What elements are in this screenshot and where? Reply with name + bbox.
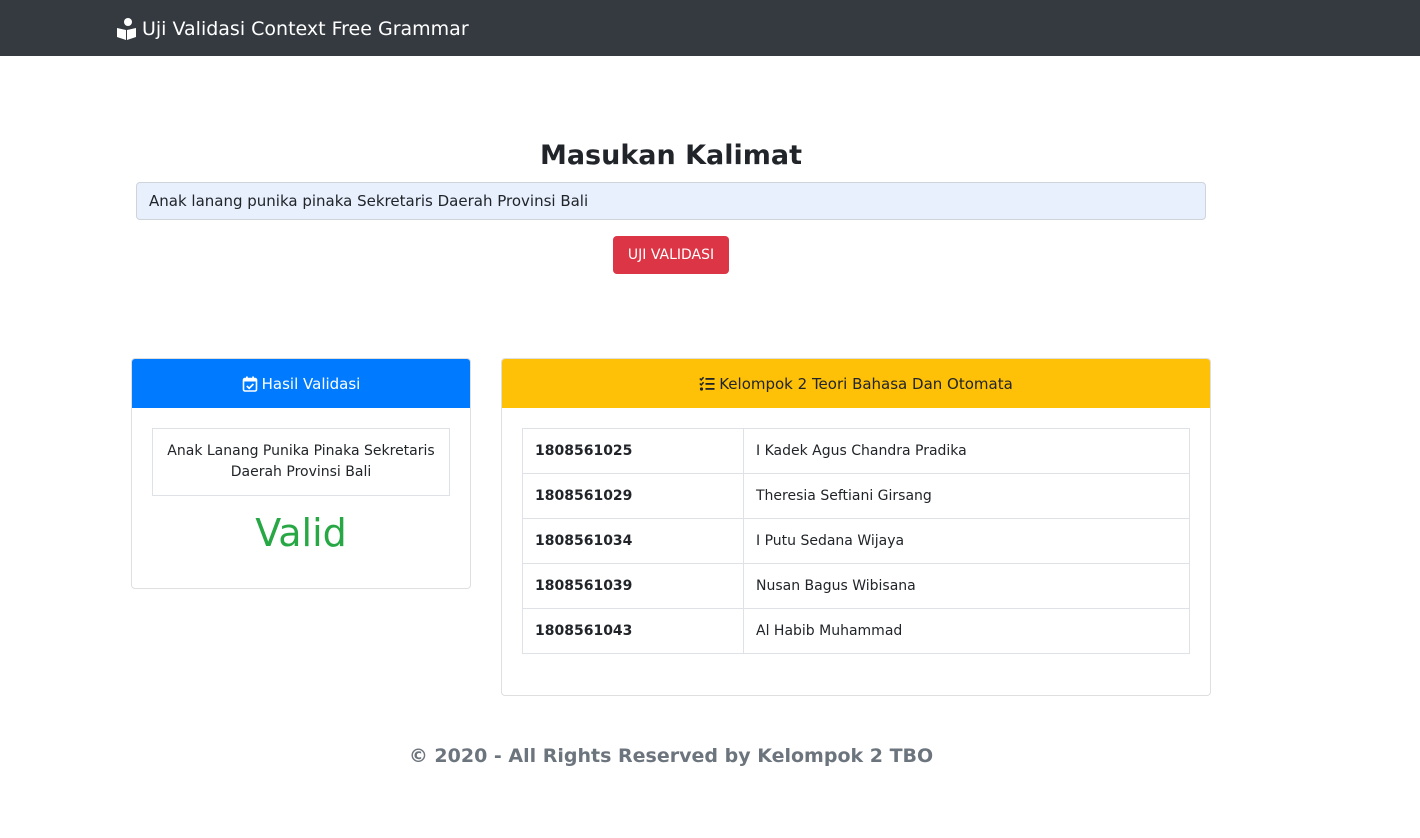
result-card-title: Hasil Validasi [261, 374, 361, 393]
member-nim: 1808561039 [522, 563, 744, 609]
brand-title: Uji Validasi Context Free Grammar [142, 18, 469, 40]
navbar: Uji Validasi Context Free Grammar [0, 0, 1420, 56]
group-card: Kelompok 2 Teori Bahasa Dan Otomata 1808… [501, 358, 1211, 696]
result-card-header: Hasil Validasi [132, 359, 470, 408]
validation-status: Valid [255, 511, 347, 555]
group-card-title: Kelompok 2 Teori Bahasa Dan Otomata [719, 374, 1013, 393]
member-name: I Putu Sedana Wijaya [743, 518, 1190, 564]
member-name: Nusan Bagus Wibisana [743, 563, 1190, 609]
member-name: Theresia Seftiani Girsang [743, 473, 1190, 519]
member-name: Al Habib Muhammad [743, 608, 1190, 654]
navbar-brand[interactable]: Uji Validasi Context Free Grammar [116, 16, 469, 42]
table-row: 1808561043 Al Habib Muhammad [522, 608, 1190, 654]
validate-button[interactable]: UJI VALIDASI [613, 236, 729, 274]
group-card-header: Kelompok 2 Teori Bahasa Dan Otomata [502, 359, 1210, 408]
member-nim: 1808561034 [522, 518, 744, 564]
member-nim: 1808561043 [522, 608, 744, 654]
footer-copyright: © 2020 - All Rights Reserved by Kelompok… [408, 745, 934, 767]
member-name: I Kadek Agus Chandra Pradika [743, 428, 1190, 474]
tasks-icon [699, 376, 715, 391]
table-row: 1808561039 Nusan Bagus Wibisana [522, 563, 1190, 609]
calendar-check-icon [242, 376, 257, 392]
members-table: 1808561025 I Kadek Agus Chandra Pradika … [522, 428, 1190, 654]
table-row: 1808561025 I Kadek Agus Chandra Pradika [522, 428, 1190, 474]
book-reader-icon [117, 18, 136, 40]
table-row: 1808561029 Theresia Seftiani Girsang [522, 473, 1190, 519]
member-nim: 1808561025 [522, 428, 744, 474]
table-row: 1808561034 I Putu Sedana Wijaya [522, 518, 1190, 564]
result-card: Hasil Validasi Anak Lanang Punika Pinaka… [131, 358, 471, 589]
sentence-input[interactable] [136, 182, 1206, 220]
page-heading: Masukan Kalimat [539, 140, 803, 171]
member-nim: 1808561029 [522, 473, 744, 519]
validated-sentence: Anak Lanang Punika Pinaka Sekretaris Dae… [152, 428, 450, 496]
